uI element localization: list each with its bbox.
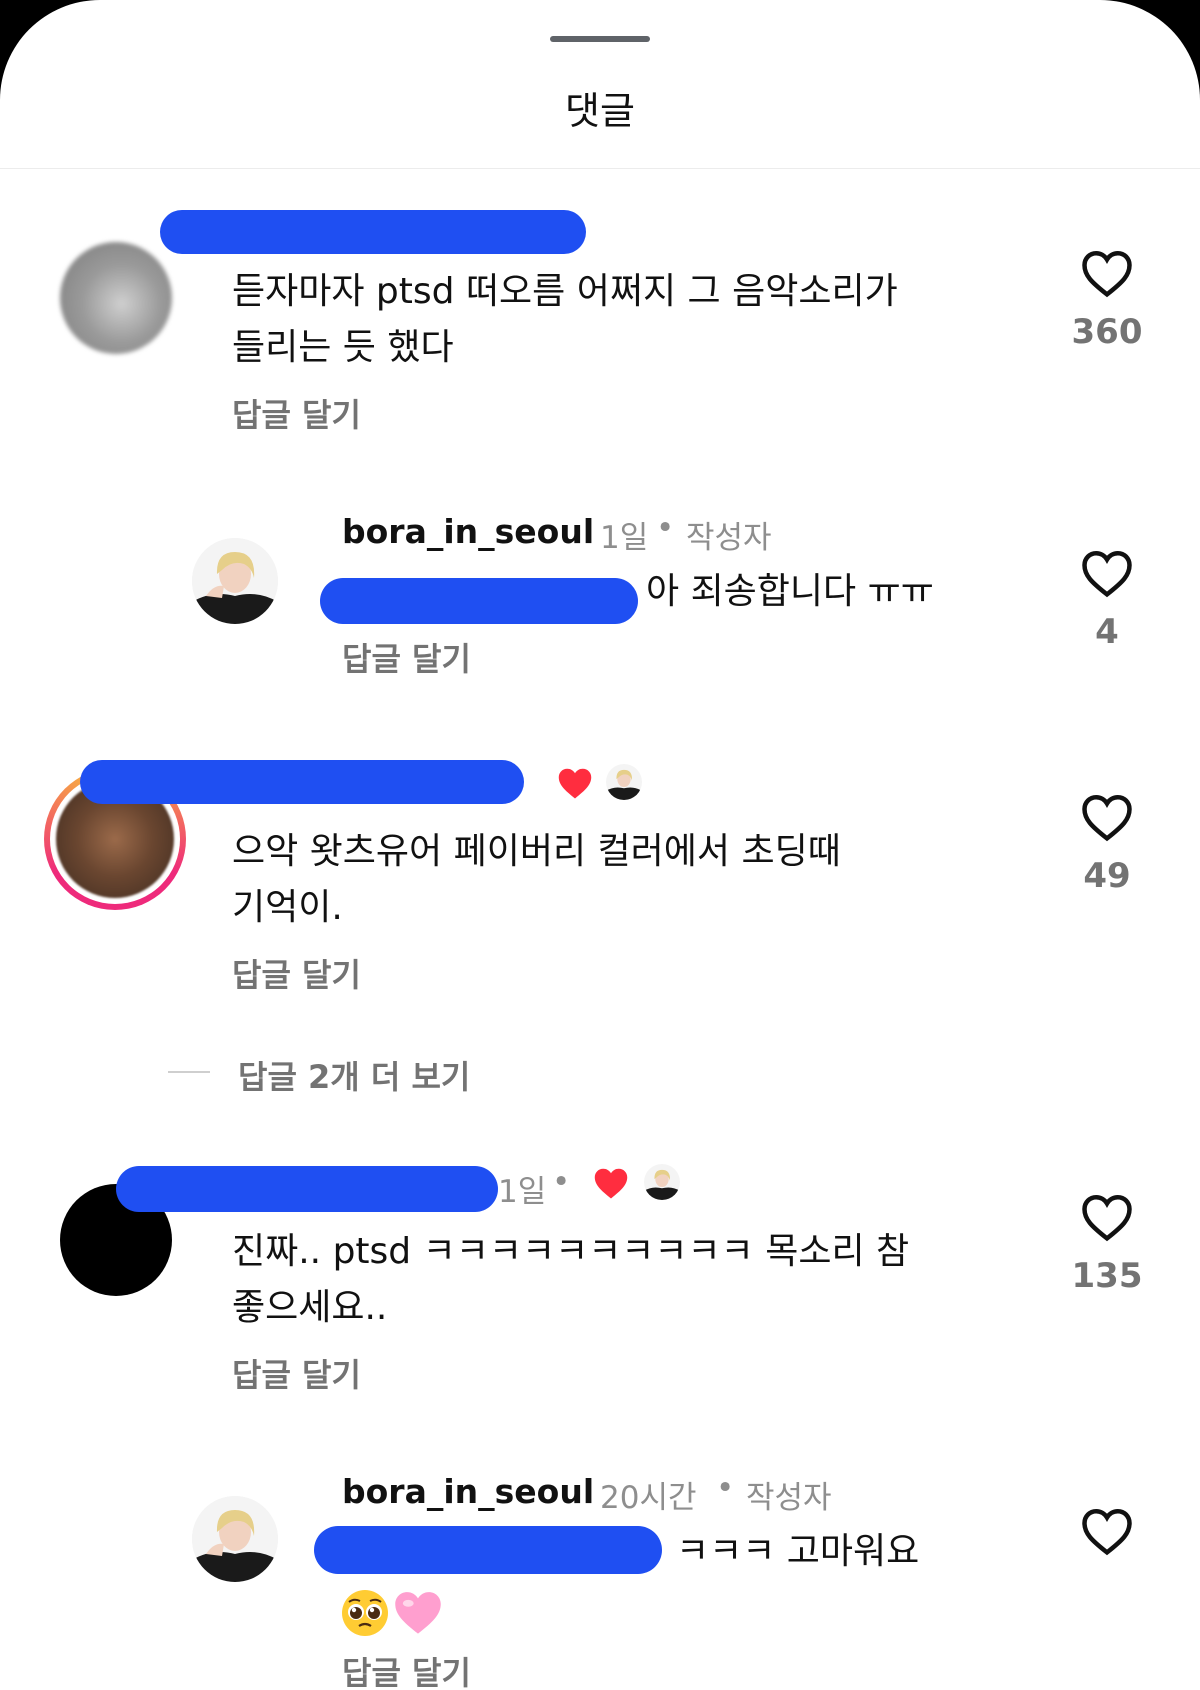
creator-avatar[interactable]: [192, 1496, 278, 1582]
like-count: 135: [1071, 1256, 1143, 1296]
redacted-username: [80, 760, 524, 804]
creator-mini-avatar: [644, 1164, 680, 1200]
comment-text: 으악 왓츠유어 페이버리 컬러에서 초딩때 기억이.: [232, 831, 841, 928]
avatar[interactable]: [60, 242, 172, 354]
author-badge: 작성자: [746, 1480, 832, 1516]
reply-button[interactable]: 답글 달기: [232, 1350, 361, 1396]
pink-heart-emoji: [395, 1592, 441, 1634]
heart-outline-icon[interactable]: [1080, 1506, 1134, 1556]
author-badge: 작성자: [686, 520, 772, 556]
sheet-title: 댓글: [565, 89, 635, 133]
header-divider: [0, 168, 1200, 169]
reply-button[interactable]: 답글 달기: [232, 950, 361, 996]
redacted-username: [160, 210, 586, 254]
reply-button[interactable]: 답글 달기: [232, 390, 361, 436]
heart-outline-icon[interactable]: [1080, 792, 1134, 842]
comment-text: ㅋㅋㅋ 고마워요: [676, 1531, 920, 1572]
redacted-mention: [314, 1526, 662, 1574]
comment-time: 20시간: [600, 1480, 697, 1516]
creator-avatar-photo: [192, 1496, 278, 1582]
like-count: 49: [1083, 856, 1131, 896]
comment-text: 듣자마자 ptsd 떠오름 어쩌지 그 음악소리가 들리는 듯 했다: [232, 271, 898, 368]
comment-time: 1일: [600, 520, 649, 556]
view-more-replies-label[interactable]: 답글 2개 더 보기: [238, 1052, 470, 1098]
comment-text: 아 죄송합니다 ㅠㅠ: [646, 571, 934, 612]
separator-dot: •: [656, 510, 675, 546]
comments-sheet: 댓글 듣자마자 ptsd 떠오름 어쩌지 그 음악소리가 들리는 듯 했다 답글…: [0, 0, 1200, 1690]
creator-avatar-photo: [192, 538, 278, 624]
heart-outline-icon[interactable]: [1080, 1192, 1134, 1242]
comment-text: 진짜.. ptsd ㅋㅋㅋㅋㅋㅋㅋㅋㅋㅋ 목소리 참 좋으세요..: [232, 1231, 910, 1328]
thread-line: [168, 1071, 210, 1073]
reply-button[interactable]: 답글 달기: [342, 634, 471, 680]
like-count: 4: [1095, 612, 1119, 652]
username[interactable]: bora_in_seoul: [342, 512, 594, 551]
pleading-face-emoji: [342, 1590, 388, 1636]
heart-outline-icon[interactable]: [1080, 548, 1134, 598]
reply-button[interactable]: 답글 달기: [342, 1648, 471, 1690]
redacted-mention: [320, 578, 638, 624]
creator-mini-avatar: [606, 764, 642, 800]
redacted-username: [116, 1166, 498, 1212]
separator-dot: •: [716, 1470, 735, 1506]
separator-dot: •: [552, 1164, 571, 1200]
creator-avatar[interactable]: [192, 538, 278, 624]
heart-filled-icon: [558, 768, 592, 799]
drag-handle[interactable]: [550, 36, 650, 42]
heart-outline-icon[interactable]: [1080, 248, 1134, 298]
heart-filled-icon: [594, 1168, 628, 1199]
comment-time: 1일: [498, 1174, 547, 1210]
like-count: 360: [1071, 312, 1143, 352]
username[interactable]: bora_in_seoul: [342, 1472, 594, 1511]
